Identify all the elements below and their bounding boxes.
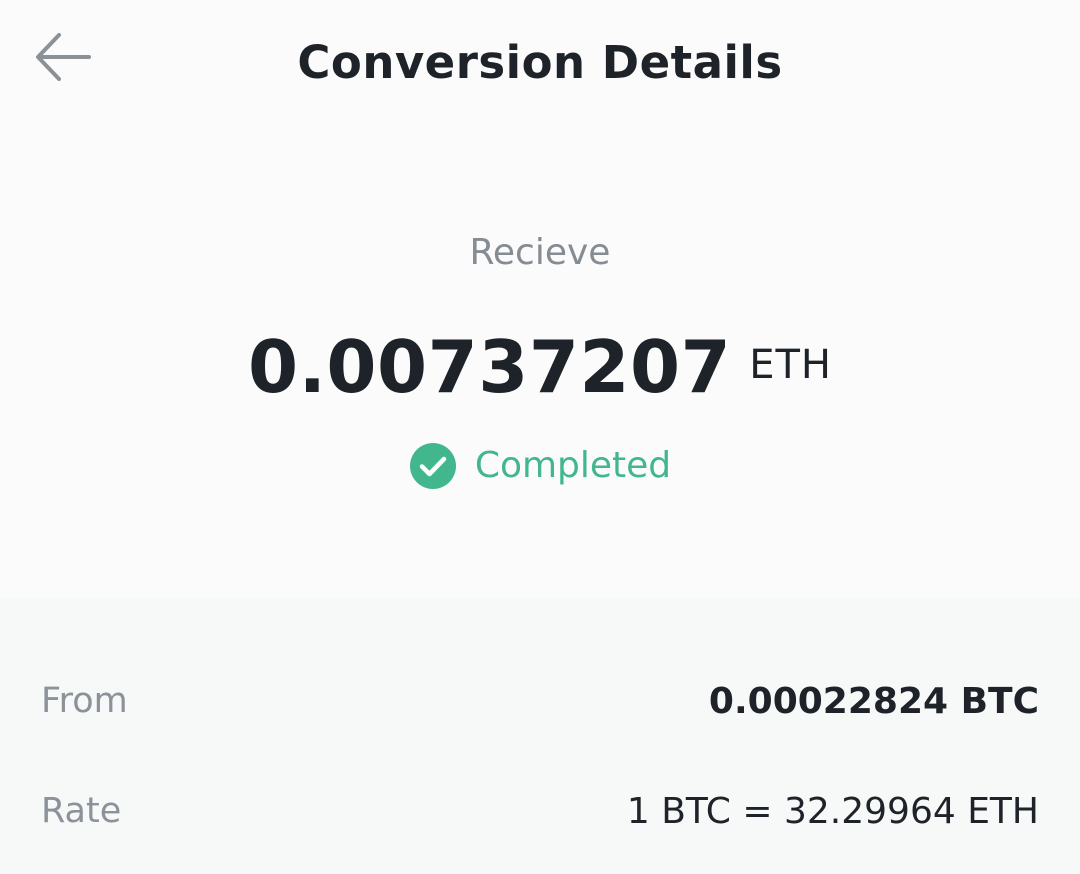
rate-row: Rate 1 BTC = 32.29964 ETH (41, 782, 1039, 840)
check-circle-icon (409, 443, 456, 489)
rate-value: 1 BTC = 32.29964 ETH (626, 790, 1039, 832)
status-indicator: Completed (0, 442, 1080, 490)
from-value: 0.00022824 BTC (708, 680, 1039, 722)
from-label: From (41, 681, 128, 721)
received-amount: 0.00737207 ETH (0, 324, 1080, 410)
amount-value: 0.00737207 (247, 325, 732, 409)
rate-label: Rate (41, 791, 122, 831)
status-text: Completed (474, 445, 672, 486)
receive-label: Recieve (469, 232, 611, 273)
conversion-details-screen: Conversion Details Recieve 0.00737207 ET… (0, 0, 1080, 874)
from-row: From 0.00022824 BTC (41, 672, 1039, 730)
page-title: Conversion Details (297, 36, 783, 89)
amount-unit: ETH (749, 342, 833, 388)
summary-section: Conversion Details Recieve 0.00737207 ET… (0, 0, 1080, 598)
